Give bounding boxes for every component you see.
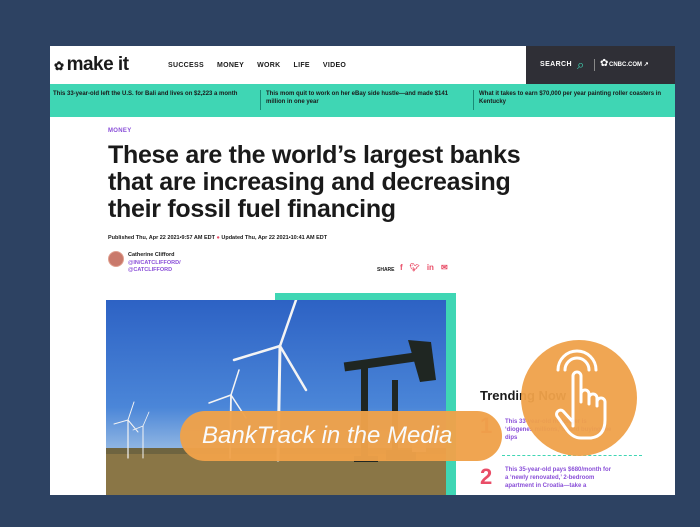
nav-item-work[interactable]: WORK — [257, 62, 280, 69]
search-area: SEARCH ⌕ ✿ CNBC.COM ↗ — [526, 46, 675, 84]
ticker-item[interactable]: What it takes to earn $70,000 per year p… — [479, 90, 675, 106]
updated-date: Updated Thu, Apr 22 2021•10:41 AM EDT — [221, 235, 328, 241]
article-photo — [106, 300, 446, 495]
trending-item-2[interactable]: This 35-year-old pays $680/month for a ‘… — [505, 466, 615, 490]
author-links: @IN/CATCLIFFORD/ @CATCLIFFORD — [128, 260, 181, 274]
author-twitter-link[interactable]: @CATCLIFFORD — [128, 267, 181, 274]
author-avatar[interactable] — [108, 251, 124, 267]
logo-text: make it — [66, 54, 129, 75]
headline-ticker: This 33-year-old left the U.S. for Bali … — [50, 84, 675, 117]
nav-item-success[interactable]: SUCCESS — [168, 62, 204, 69]
nav-item-video[interactable]: VIDEO — [323, 62, 346, 69]
pointer-badge — [521, 340, 637, 456]
author-linkedin-link[interactable]: @IN/CATCLIFFORD/ — [128, 260, 181, 267]
media-banner: BankTrack in the Media — [180, 411, 502, 461]
site-logo[interactable]: ✿ make it — [54, 54, 129, 76]
divider — [594, 59, 595, 71]
ticker-item[interactable]: This 33-year-old left the U.S. for Bali … — [53, 90, 253, 98]
nav-item-life[interactable]: LIFE — [294, 62, 310, 69]
publish-meta: Published Thu, Apr 22 2021•9:57 AM EDT ●… — [108, 235, 327, 241]
trending-rank-2: 2 — [480, 464, 493, 489]
banner-text: BankTrack in the Media — [202, 422, 453, 449]
main-nav: SUCCESS MONEY WORK LIFE VIDEO — [168, 62, 346, 69]
published-date: Published Thu, Apr 22 2021•9:57 AM EDT — [108, 235, 215, 241]
search-button[interactable]: SEARCH — [540, 61, 572, 68]
site-header: ✿ make it SUCCESS MONEY WORK LIFE VIDEO S… — [50, 46, 675, 84]
wind-and-oil-scene — [106, 300, 446, 495]
share-icons: f 🐦︎ in ✉ — [400, 263, 448, 272]
ticker-divider — [473, 90, 474, 110]
cnbc-link[interactable]: CNBC.COM ↗ — [609, 61, 649, 68]
article-headline: These are the world’s largest banks that… — [108, 141, 521, 223]
nav-item-money[interactable]: MONEY — [217, 62, 244, 69]
ticker-item[interactable]: This mom quit to work on her eBay side h… — [266, 90, 466, 106]
linkedin-icon[interactable]: in — [427, 263, 434, 272]
peacock-icon: ✿ — [54, 59, 64, 73]
search-icon[interactable]: ⌕ — [577, 57, 584, 73]
author-name[interactable]: Catherine Clifford — [128, 252, 174, 258]
twitter-icon[interactable]: 🐦︎ — [410, 263, 420, 272]
pointing-hand-icon — [555, 349, 607, 440]
share-label: SHARE — [377, 267, 395, 273]
ticker-divider — [260, 90, 261, 110]
facebook-icon[interactable]: f — [400, 263, 403, 272]
section-tag[interactable]: MONEY — [108, 128, 132, 134]
email-icon[interactable]: ✉ — [441, 263, 448, 272]
cnbc-peacock-icon: ✿ — [600, 58, 609, 69]
